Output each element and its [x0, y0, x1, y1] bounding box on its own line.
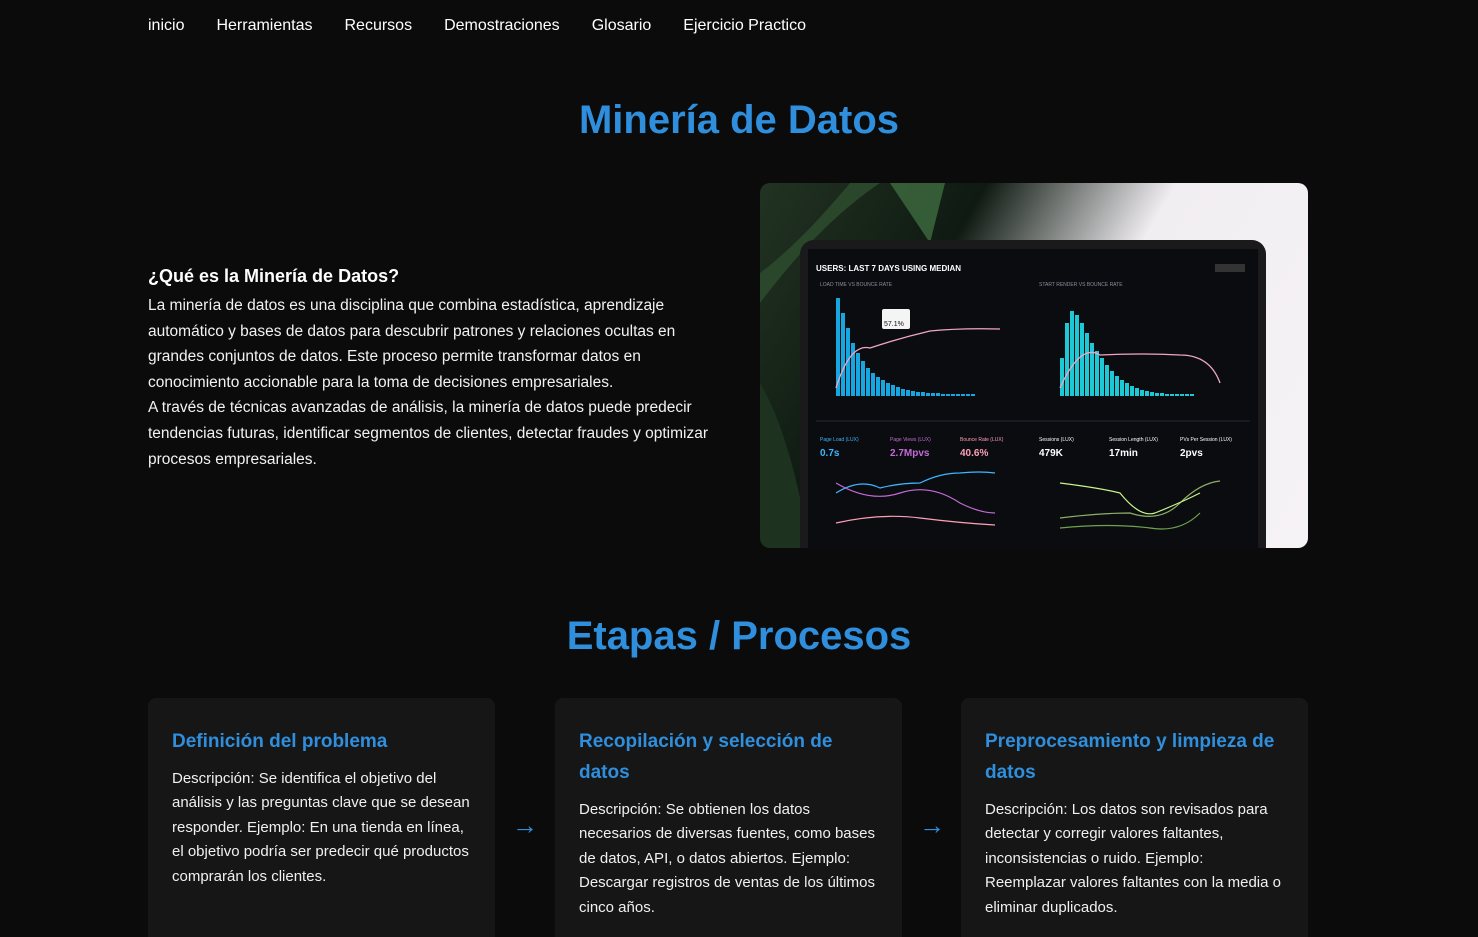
metric-label-page-views: Page Views (LUX) [890, 437, 931, 443]
stage-description-1: Descripción: Se identifica el objetivo d… [172, 770, 470, 885]
metric-label-sessions: Sessions (LUX) [1039, 437, 1074, 443]
metric-value-session-length: 17min [1109, 448, 1138, 459]
main-nav: inicio Herramientas Recursos Demostracio… [148, 16, 838, 36]
stage-card-2: Recopilación y selección de datos Descri… [555, 698, 902, 937]
hero-image-dashboard: USERS: LAST 7 DAYS USING MEDIAN LOAD TIM… [760, 183, 1308, 548]
metric-value-bounce-rate: 40.6% [960, 448, 988, 459]
dashboard-illustration: USERS: LAST 7 DAYS USING MEDIAN LOAD TIM… [760, 183, 1266, 548]
chart-tooltip: 57.1% [884, 321, 904, 328]
metric-label-pvs-per-session: PVs Per Session (LUX) [1180, 437, 1232, 443]
stage-title-2: Recopilación y selección de datos [579, 731, 833, 783]
arrow-right-icon: → [512, 810, 538, 840]
section-title: Etapas / Procesos [566, 614, 912, 658]
stage-title-1: Definición del problema [172, 731, 388, 752]
metric-value-page-views: 2.7Mpvs [890, 448, 930, 459]
nav-item-recursos[interactable]: Recursos [345, 16, 413, 36]
stage-description-3: Descripción: Los datos son revisados par… [985, 801, 1281, 916]
intro-paragraph-1: La minería de datos es una disciplina qu… [148, 297, 676, 391]
nav-item-inicio[interactable]: inicio [148, 16, 184, 36]
stage-card-3: Preprocesamiento y limpieza de datos Des… [961, 698, 1308, 937]
nav-item-herramientas[interactable]: Herramientas [216, 16, 312, 36]
nav-item-glosario[interactable]: Glosario [592, 16, 652, 36]
stage-description-2: Descripción: Se obtienen los datos neces… [579, 801, 875, 916]
nav-item-ejercicio-practico[interactable]: Ejercicio Practico [683, 16, 806, 36]
metric-value-sessions: 479K [1039, 448, 1064, 459]
nav-item-demostraciones[interactable]: Demostraciones [444, 16, 560, 36]
metric-value-page-load: 0.7s [820, 448, 840, 459]
dashboard-header: USERS: LAST 7 DAYS USING MEDIAN [816, 264, 961, 273]
intro-section: ¿Qué es la Minería de Datos? La minería … [148, 266, 708, 472]
stage-card-1: Definición del problema Descripción: Se … [148, 698, 495, 937]
arrow-right-icon: → [919, 810, 945, 840]
intro-paragraph-2: A través de técnicas avanzadas de anális… [148, 399, 709, 468]
stage-title-3: Preprocesamiento y limpieza de datos [985, 731, 1275, 783]
panel1-label: LOAD TIME VS BOUNCE RATE [820, 282, 893, 288]
metric-value-pvs-per-session: 2pvs [1180, 448, 1203, 459]
page-title: Minería de Datos [578, 98, 900, 142]
intro-heading: ¿Qué es la Minería de Datos? [148, 266, 400, 286]
panel2-label: START RENDER VS BOUNCE RATE [1039, 282, 1123, 288]
metric-label-page-load: Page Load (LUX) [820, 437, 859, 443]
metric-label-bounce-rate: Bounce Rate (LUX) [960, 437, 1004, 443]
metric-label-session-length: Session Length (LUX) [1109, 437, 1158, 443]
